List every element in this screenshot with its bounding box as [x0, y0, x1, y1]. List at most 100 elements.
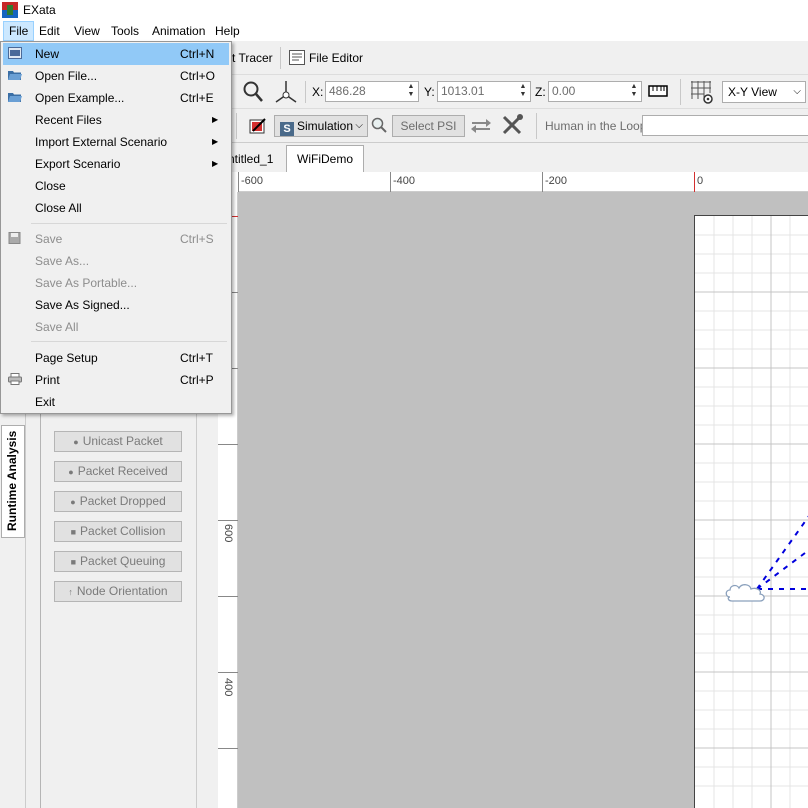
scenario-tabs: ntitled_1 WiFiDemo — [218, 143, 808, 173]
menu-item-open-file[interactable]: Open File... Ctrl+O — [3, 65, 229, 87]
toolbar-separator — [536, 113, 537, 139]
packet-queuing-button[interactable]: ■ Packet Queuing — [54, 551, 182, 572]
menu-item-label: Save As... — [35, 254, 90, 268]
menu-item-exit[interactable]: Exit — [3, 391, 229, 413]
menu-item-label: Export Scenario — [35, 157, 121, 171]
packet-dropped-button[interactable]: ● Packet Dropped — [54, 491, 182, 512]
menu-help[interactable]: Help — [210, 21, 245, 41]
menu-separator — [31, 341, 227, 342]
horizontal-ruler: -600 -400 -200 0 — [238, 172, 808, 192]
menu-item-save-as-signed[interactable]: Save As Signed... — [3, 294, 229, 316]
menu-item-save-as-portable[interactable]: Save As Portable... — [3, 272, 229, 294]
menu-item-label: Open Example... — [35, 91, 125, 105]
menu-animation[interactable]: Animation — [147, 21, 210, 41]
file-editor-button[interactable]: File Editor — [309, 51, 363, 65]
z-coordinate-field[interactable]: 0.00 ▲ ▼ — [548, 81, 642, 102]
menu-item-save[interactable]: Save Ctrl+S — [3, 228, 229, 250]
packet-received-icon: ● — [68, 467, 74, 477]
menu-edit[interactable]: Edit — [34, 21, 65, 41]
menu-bar: File Edit View Tools Animation Help — [0, 21, 808, 41]
node-orientation-button[interactable]: ↑ Node Orientation — [54, 581, 182, 602]
window-title: EXata — [23, 3, 56, 17]
button-label: Packet Queuing — [80, 554, 166, 568]
view-select-value: X-Y View — [728, 85, 777, 99]
spinner-arrows-icon[interactable]: ▲ ▼ — [517, 83, 529, 100]
grid-settings-icon[interactable] — [690, 79, 714, 105]
tab-wifidemo[interactable]: WiFiDemo — [286, 145, 364, 173]
spinner-arrows-icon[interactable]: ▲ ▼ — [628, 83, 640, 100]
spinner-arrows-icon[interactable]: ▲ ▼ — [405, 83, 417, 100]
menu-item-recent-files[interactable]: Recent Files ▶ — [3, 109, 229, 131]
menu-item-print[interactable]: Print Ctrl+P — [3, 369, 229, 391]
ruler-label: -200 — [545, 175, 568, 187]
swap-arrows-icon[interactable] — [470, 117, 492, 133]
submenu-arrow-icon: ▶ — [212, 115, 219, 124]
ruler-tick — [238, 172, 239, 192]
ruler-tick — [218, 596, 238, 597]
menu-item-export-scenario[interactable]: Export Scenario ▶ — [3, 153, 229, 175]
ruler-tick — [218, 444, 238, 445]
toolbar-separator — [680, 79, 681, 105]
menu-item-label: New — [35, 47, 60, 61]
menu-item-page-setup[interactable]: Page Setup Ctrl+T — [3, 347, 229, 369]
menu-item-label: Close — [35, 179, 66, 193]
ruler-label: 600 — [222, 524, 234, 543]
title-bar: EXata — [0, 0, 808, 21]
menu-item-label: Exit — [35, 395, 56, 409]
menu-item-label: Save All — [35, 320, 79, 334]
ruler-tick — [542, 172, 543, 192]
z-value: 0.00 — [552, 84, 576, 98]
packet-queuing-icon: ■ — [70, 557, 77, 567]
packet-collision-button[interactable]: ■ Packet Collision — [54, 521, 182, 542]
node-orientation-icon: ↑ — [68, 587, 73, 597]
runtime-analysis-tab[interactable]: Runtime Analysis — [1, 425, 25, 538]
button-label: Unicast Packet — [82, 434, 163, 448]
x-coordinate-field[interactable]: 486.28 ▲ ▼ — [325, 81, 419, 102]
zoom-icon[interactable] — [242, 80, 264, 104]
tracer-button[interactable]: t Tracer — [232, 51, 273, 65]
tools-icon[interactable] — [501, 114, 523, 136]
menu-item-close[interactable]: Close — [3, 175, 229, 197]
packet-icon: ● — [73, 437, 79, 447]
runtime-analysis-label: Runtime Analysis — [5, 430, 19, 531]
unicast-packet-button[interactable]: ● Unicast Packet — [54, 431, 182, 452]
wireless-subnet-cloud-icon[interactable] — [724, 580, 768, 604]
terrain-area[interactable] — [694, 215, 808, 808]
chevron-down-icon: ⌵ — [793, 86, 801, 97]
inspect-zoom-icon[interactable] — [371, 117, 387, 133]
menu-item-new[interactable]: New Ctrl+N — [3, 43, 229, 65]
menu-item-shortcut: Ctrl+T — [180, 351, 213, 365]
file-editor-icon — [289, 50, 305, 65]
ruler-tick — [218, 672, 238, 673]
menu-item-save-all[interactable]: Save All — [3, 316, 229, 338]
packet-received-button[interactable]: ● Packet Received — [54, 461, 182, 482]
ruler-tick — [218, 520, 238, 521]
menu-item-close-all[interactable]: Close All — [3, 197, 229, 219]
menu-view[interactable]: View — [69, 21, 105, 41]
view-select[interactable]: X-Y View ⌵ — [722, 81, 806, 103]
packet-collision-icon: ■ — [70, 527, 77, 537]
open-folder-icon — [8, 93, 22, 102]
menu-item-import-external-scenario[interactable]: Import External Scenario ▶ — [3, 131, 229, 153]
ruler-icon[interactable] — [648, 84, 668, 98]
menu-file[interactable]: File — [3, 21, 35, 41]
wireless-links — [756, 515, 808, 590]
y-value: 1013.01 — [441, 84, 485, 98]
menu-item-save-as[interactable]: Save As... — [3, 250, 229, 272]
select-psi-button[interactable]: Select PSI — [392, 115, 465, 137]
ruler-label: 0 — [697, 175, 704, 187]
stop-record-icon[interactable] — [249, 117, 267, 135]
menu-item-shortcut: Ctrl+S — [180, 232, 214, 246]
open-folder-icon — [8, 71, 22, 80]
exata-logo-icon — [2, 2, 18, 18]
menu-separator — [31, 223, 227, 224]
submenu-arrow-icon: ▶ — [212, 159, 219, 168]
menu-tools[interactable]: Tools — [106, 21, 144, 41]
axes-3d-icon[interactable] — [274, 79, 298, 105]
y-coordinate-field[interactable]: 1013.01 ▲ ▼ — [437, 81, 531, 102]
menu-item-label: Close All — [35, 201, 82, 215]
mode-select[interactable]: S Simulation ⌵ — [274, 115, 368, 137]
hitl-input[interactable] — [642, 115, 808, 136]
ruler-label: 400 — [222, 678, 234, 697]
menu-item-open-example[interactable]: Open Example... Ctrl+E — [3, 87, 229, 109]
